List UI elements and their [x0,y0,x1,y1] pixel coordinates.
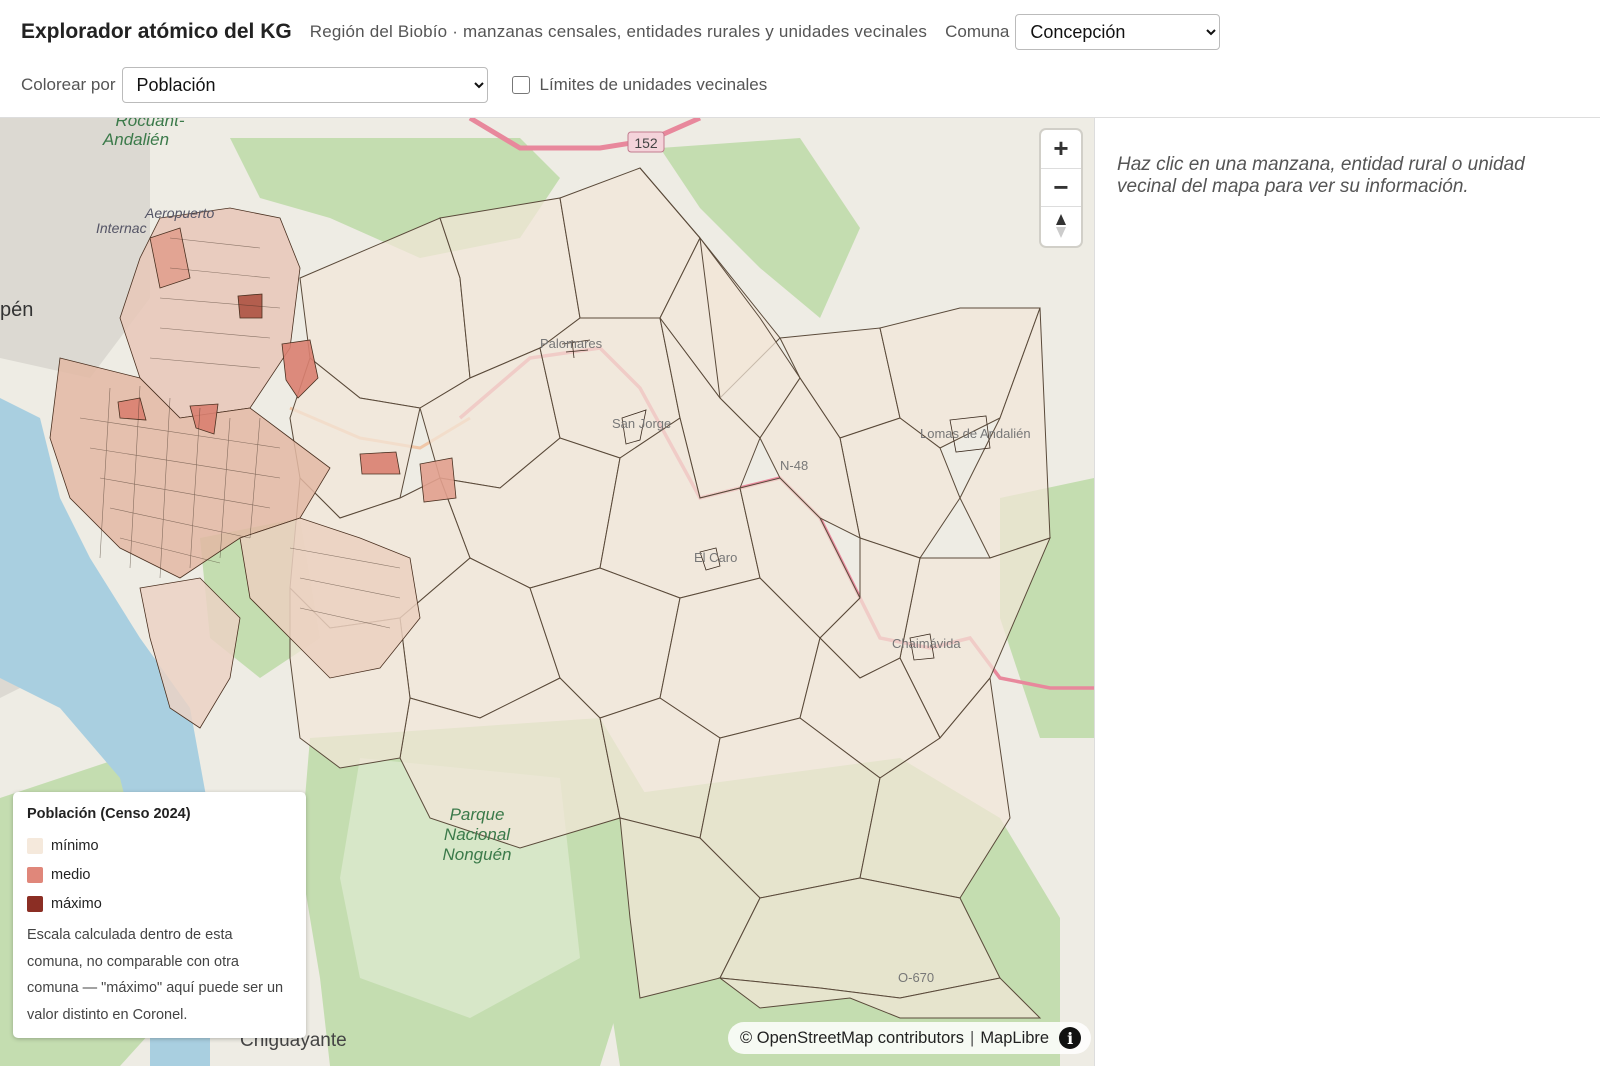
reset-north-button[interactable] [1041,207,1081,246]
label-parque-1: Parque [450,805,505,824]
comuna-label: Comuna [945,22,1010,41]
label-el-caro: El Caro [694,550,737,565]
compass-icon [1056,214,1066,239]
label-n48: N-48 [780,458,808,473]
legend-item-maximo: máximo [27,889,292,918]
legend-swatch-medio [27,866,43,883]
legend-label-medio: medio [51,866,91,883]
limites-checkbox[interactable] [511,76,530,94]
maplibre-link[interactable]: MapLibre [980,1029,1049,1048]
label-rocuant-2: Andalién [102,130,169,149]
attribution-separator: | [970,1028,975,1047]
header-row: Explorador atómico del KG Región del Bio… [21,12,1221,52]
label-internacional: Internac [96,220,147,236]
legend-item-medio: medio [27,860,292,889]
colorear-label: Colorear por [21,75,116,94]
label-parque-2: Nacional [444,825,511,844]
app-title: Explorador atómico del KG [21,20,292,43]
info-panel: Haz clic en una manzana, entidad rural o… [1094,118,1600,1066]
legend-label-maximo: máximo [51,895,102,912]
label-aeropuerto: Aeropuerto [144,205,214,221]
label-o670: O-670 [898,970,934,985]
legend-title: Población (Censo 2024) [27,806,191,822]
zoom-in-button[interactable]: + [1041,130,1081,169]
colorear-select[interactable]: Población [121,67,488,103]
toolbar: Explorador atómico del KG Región del Bio… [0,0,1600,118]
label-chaimavida: Chaimávida [892,636,961,651]
limites-label[interactable]: Límites de unidades vecinales [540,75,768,95]
label-parque-3: Nonguén [442,845,511,864]
manzana-zone[interactable] [419,457,457,503]
legend-panel: Población (Censo 2024) mínimo medio máxi… [13,792,306,1038]
legend-swatch-maximo [27,895,43,912]
map-navigation-control: + − [1041,130,1081,246]
info-icon[interactable]: i [1059,1027,1082,1049]
legend-item-minimo: mínimo [27,831,292,860]
legend-swatch-minimo [27,837,43,854]
label-san-jorge: San Jorge [612,416,671,431]
label-palomares: Palomares [540,336,603,351]
label-rocuant: Rocuant- [116,118,185,130]
app-subtitle: Región del Biobío · manzanas censales, e… [309,22,928,41]
legend-note: Escala calculada dentro de esta comuna, … [27,927,284,1023]
info-panel-hint: Haz clic en una manzana, entidad rural o… [1117,154,1525,197]
zoom-out-button[interactable]: − [1041,169,1081,208]
label-lomas: Lomas de Andalién [920,426,1031,441]
osm-attribution-link[interactable]: © OpenStreetMap contributors [740,1029,964,1048]
comuna-select[interactable]: Concepción [1015,14,1221,50]
legend-label-minimo: mínimo [51,837,99,854]
map-attribution: © OpenStreetMap contributors | MapLibre … [728,1022,1092,1054]
manzana-zone[interactable] [359,451,401,475]
label-pen: pén [0,299,33,321]
map-canvas[interactable]: Rocuant- Andalién Aeropuerto Internac pé… [0,118,1094,1066]
controls-row: Colorear por Población Límites de unidad… [21,67,767,103]
label-route-152: 152 [634,135,658,151]
